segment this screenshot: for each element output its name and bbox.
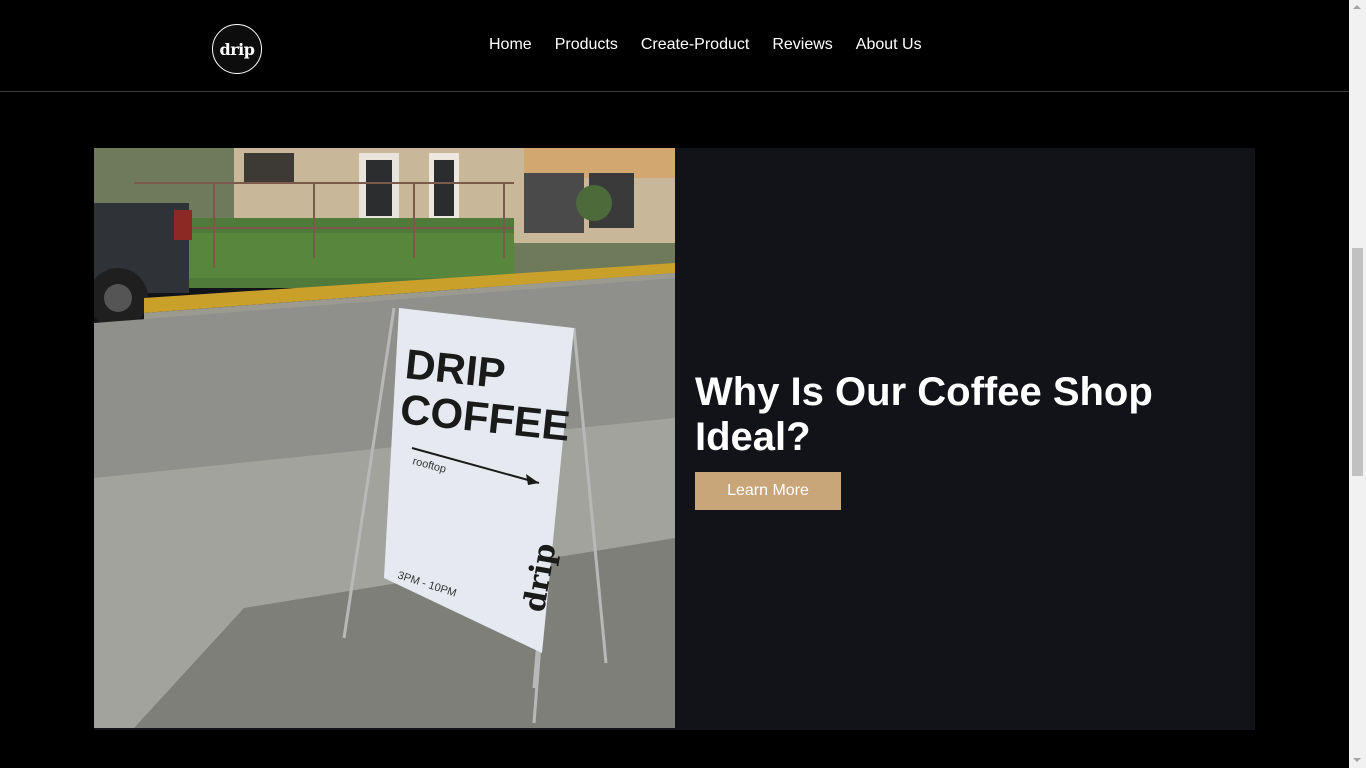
nav-link-home[interactable]: Home bbox=[489, 36, 532, 54]
learn-more-button[interactable]: Learn More bbox=[695, 472, 841, 510]
street-sign-photo: DRIP COFFEE rooftop 3PM - 10PM drip bbox=[94, 148, 675, 728]
nav-link-reviews[interactable]: Reviews bbox=[772, 36, 832, 54]
hero-title: Why Is Our Coffee Shop Ideal? bbox=[695, 370, 1153, 459]
nav-link-products[interactable]: Products bbox=[555, 36, 618, 54]
nav-links: Home Products Create-Product Reviews Abo… bbox=[489, 36, 945, 54]
nav-link-about-us[interactable]: About Us bbox=[856, 36, 922, 54]
logo-text: drip bbox=[219, 39, 255, 59]
page: drip Home Products Create-Product Review… bbox=[0, 0, 1366, 768]
hero-text: Why Is Our Coffee Shop Ideal? Learn More bbox=[695, 370, 1215, 510]
scroll-up-arrow-icon[interactable] bbox=[1353, 5, 1361, 9]
hero-section: DRIP COFFEE rooftop 3PM - 10PM drip Why … bbox=[94, 148, 1255, 730]
vertical-scrollbar[interactable] bbox=[1349, 0, 1366, 768]
logo[interactable]: drip bbox=[212, 24, 262, 74]
scroll-thumb[interactable] bbox=[1352, 248, 1363, 476]
hero-photo: DRIP COFFEE rooftop 3PM - 10PM drip bbox=[94, 148, 675, 728]
nav-link-create-product[interactable]: Create-Product bbox=[641, 36, 750, 54]
scroll-down-arrow-icon[interactable] bbox=[1353, 758, 1361, 762]
navbar: drip Home Products Create-Product Review… bbox=[0, 0, 1349, 92]
